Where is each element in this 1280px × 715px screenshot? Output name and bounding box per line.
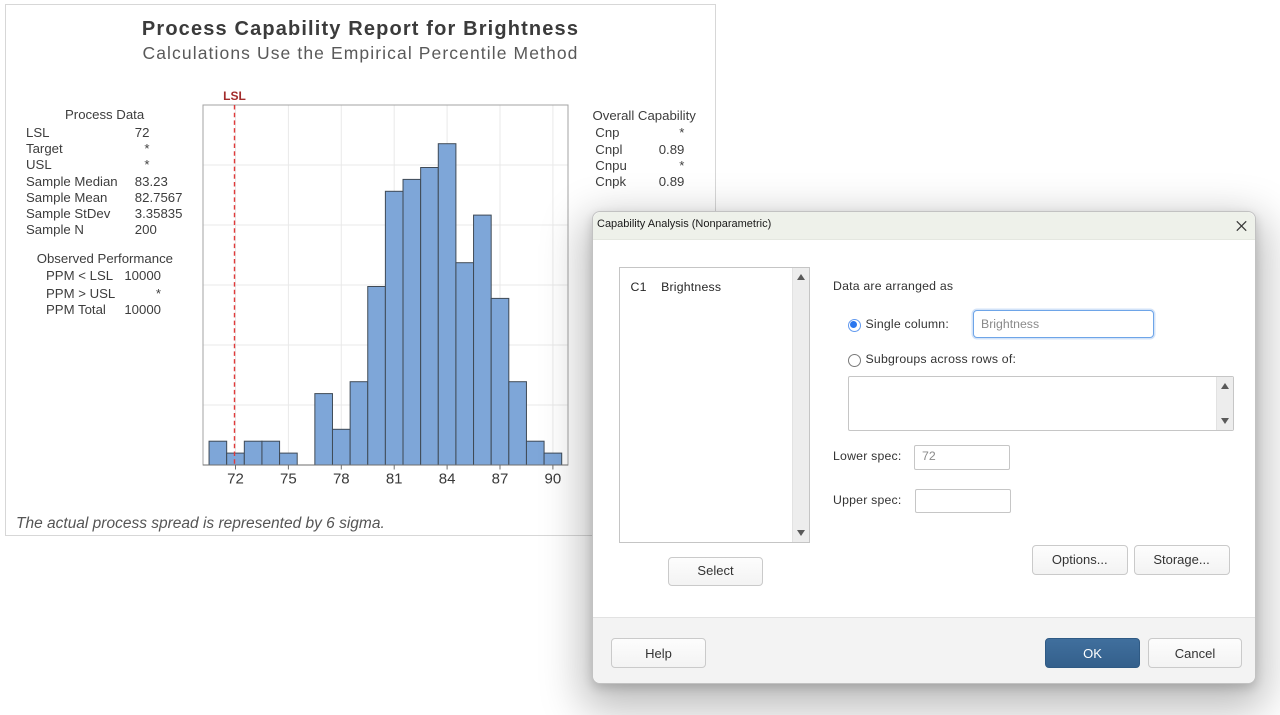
svg-text:84: 84 <box>439 471 456 488</box>
svg-text:81: 81 <box>386 471 403 488</box>
svg-text:72: 72 <box>227 471 244 488</box>
svg-text:78: 78 <box>333 471 350 488</box>
svg-text:87: 87 <box>492 471 509 488</box>
svg-text:90: 90 <box>545 471 562 488</box>
svg-text:LSL: LSL <box>223 89 246 103</box>
svg-text:75: 75 <box>280 471 297 488</box>
